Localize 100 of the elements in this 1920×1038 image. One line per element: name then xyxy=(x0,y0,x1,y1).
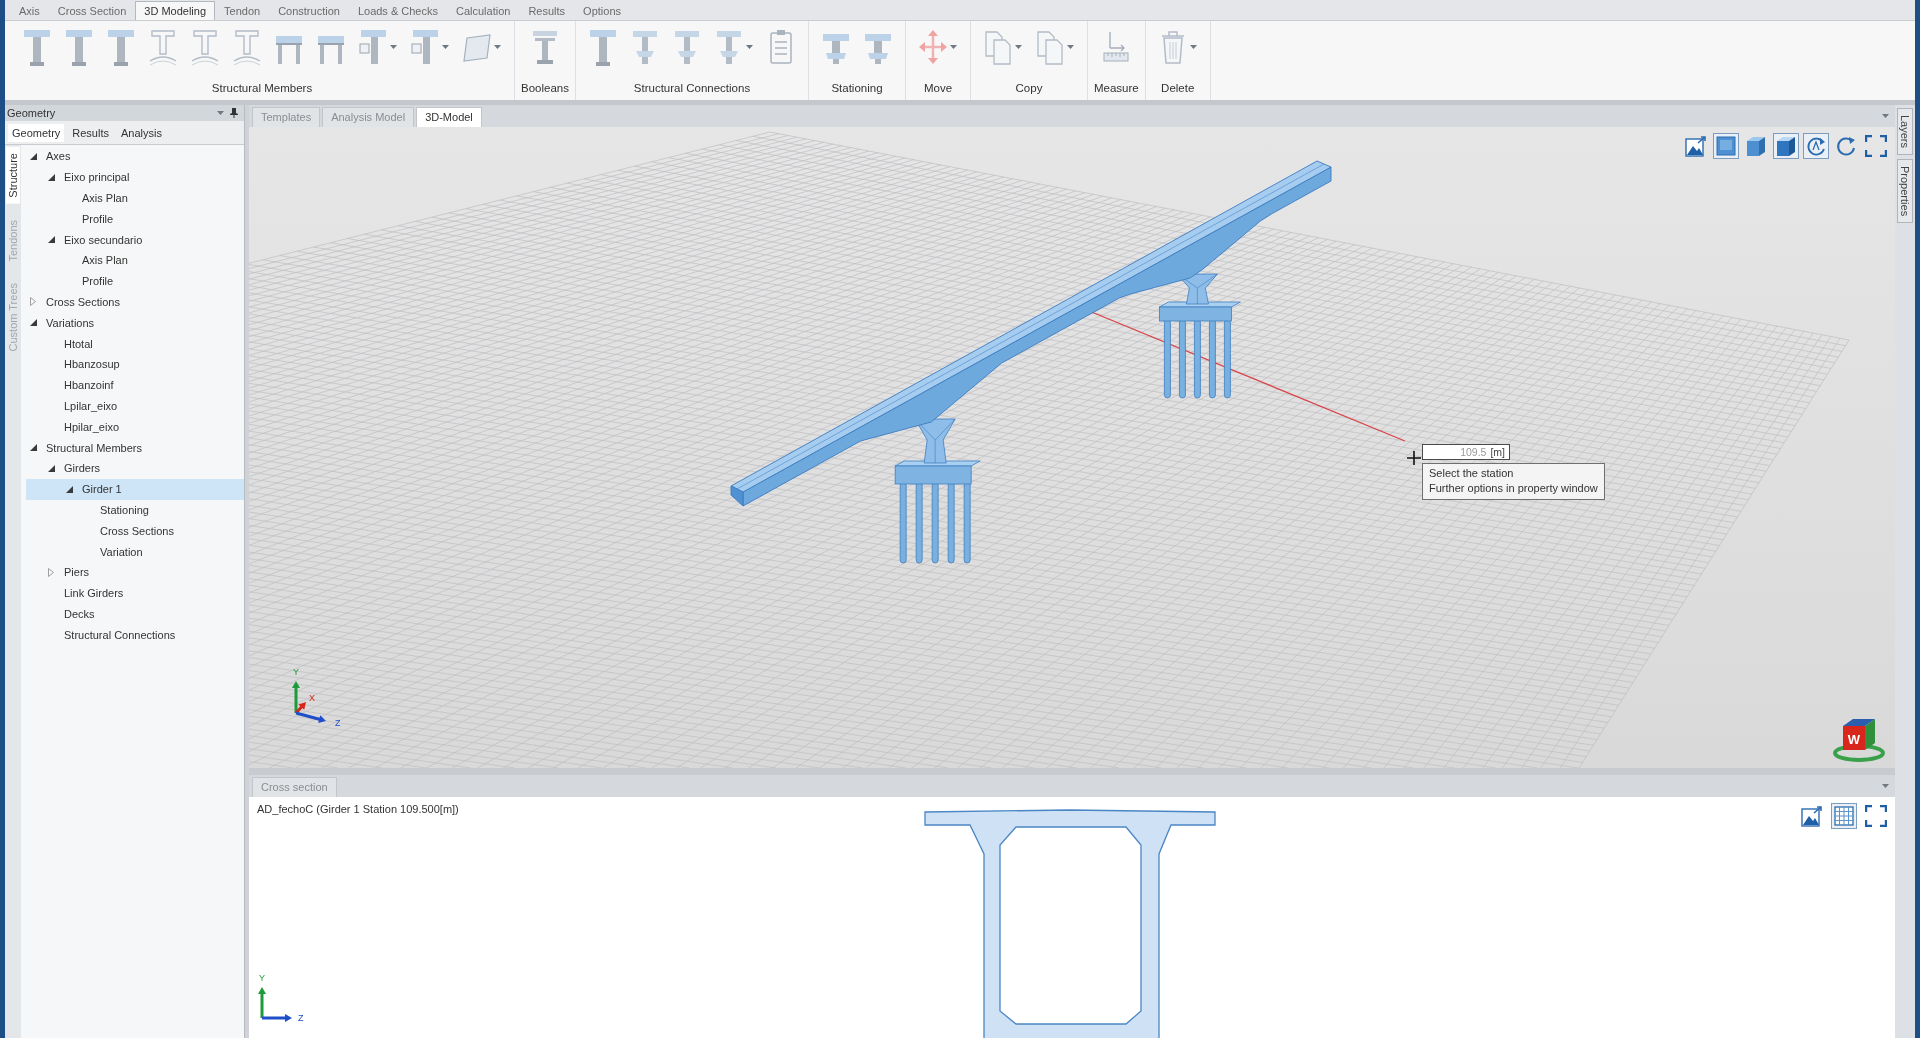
axis-label: Z xyxy=(298,1013,304,1023)
side-tab[interactable]: Properties xyxy=(1897,159,1913,224)
grid-icon[interactable] xyxy=(1831,803,1857,829)
curved-beam-icon[interactable] xyxy=(149,28,177,66)
tree-item[interactable]: Variations xyxy=(27,312,99,334)
side-tab[interactable]: Structure xyxy=(6,147,20,204)
collapsed-arrow-icon[interactable] xyxy=(48,567,54,577)
expanded-arrow-icon[interactable] xyxy=(65,485,73,493)
tree-item[interactable]: Girder 1 xyxy=(26,478,244,500)
tree-item[interactable]: Structural Members xyxy=(27,437,146,458)
curved-beam-icon[interactable] xyxy=(233,28,261,66)
caret-icon[interactable] xyxy=(494,45,501,49)
menu-tab[interactable]: Options xyxy=(574,1,631,20)
tree-item[interactable]: Structural Connections xyxy=(64,624,180,646)
tree-item[interactable]: Stationing xyxy=(100,499,153,521)
stacked-beam-icon[interactable] xyxy=(531,28,559,66)
document-tab[interactable]: 3D-Model xyxy=(416,107,482,127)
group-label: Structural Members xyxy=(211,81,313,96)
collapsed-arrow-icon[interactable] xyxy=(30,297,36,307)
tree-item[interactable]: Profile xyxy=(82,208,118,230)
tree-item[interactable]: Profile xyxy=(82,270,118,292)
t-beam-icon[interactable] xyxy=(107,28,135,66)
pin-icon[interactable] xyxy=(230,108,238,118)
group-label: Measure xyxy=(1093,81,1139,96)
group-label: Booleans xyxy=(521,81,569,96)
beam-box-icon[interactable] xyxy=(359,28,387,66)
tooltip-line: Further options in property window xyxy=(1429,481,1598,496)
group-label: Delete xyxy=(1161,81,1195,96)
tree-item[interactable]: Axis Plan xyxy=(82,187,132,209)
t-beam-icon[interactable] xyxy=(23,28,51,66)
caret-icon[interactable] xyxy=(442,45,449,49)
tree-item[interactable]: Lpilar_eixo xyxy=(64,395,122,417)
expanded-arrow-icon[interactable] xyxy=(47,236,55,244)
menu-tab[interactable]: 3D Modeling xyxy=(135,1,216,20)
tree-item[interactable]: Variation xyxy=(100,541,147,562)
caret-icon[interactable] xyxy=(1066,45,1074,49)
image-export-icon[interactable] xyxy=(1799,803,1825,829)
caret-icon[interactable] xyxy=(1014,45,1022,49)
tree-item[interactable]: Axis Plan xyxy=(82,250,132,271)
tree-item[interactable]: Decks xyxy=(64,603,99,625)
menu-tab[interactable]: Construction xyxy=(269,1,349,20)
expanded-arrow-icon[interactable] xyxy=(29,319,37,327)
axis-label: Y xyxy=(259,973,265,983)
caret-icon[interactable] xyxy=(390,45,397,49)
menu-tab[interactable]: Tendon xyxy=(215,1,270,20)
joint-icon[interactable] xyxy=(630,28,659,66)
panel-tab[interactable]: Geometry xyxy=(8,123,65,142)
caret-icon[interactable] xyxy=(949,45,957,49)
expanded-arrow-icon[interactable] xyxy=(47,464,55,472)
fullscreen-icon[interactable] xyxy=(1863,133,1889,159)
tree-item[interactable]: Girders xyxy=(45,457,105,479)
menu-tab[interactable]: Axis xyxy=(10,1,49,20)
caret-icon[interactable] xyxy=(1189,45,1197,49)
axis-label: Z xyxy=(335,718,341,728)
t-beam-icon[interactable] xyxy=(65,28,93,66)
curved-beam-icon[interactable] xyxy=(191,28,219,66)
panel-tab[interactable]: Results xyxy=(68,123,113,142)
view-cube[interactable]: W xyxy=(1833,708,1885,762)
rotate-icon[interactable] xyxy=(1803,133,1829,159)
tree-item[interactable]: Htotal xyxy=(64,333,97,354)
section-title: AD_fechoC (Girder 1 Station 109.500[m]) xyxy=(257,803,459,815)
tree-item[interactable]: Link Girders xyxy=(64,582,128,604)
expanded-arrow-icon[interactable] xyxy=(47,173,55,181)
group-label: Structural Connections xyxy=(633,81,751,96)
caret-icon[interactable] xyxy=(745,45,753,49)
station-input[interactable]: 109.5 [m] xyxy=(1422,444,1510,460)
tree-item[interactable]: Piers xyxy=(45,561,94,583)
tree-item[interactable]: Cross Sections xyxy=(100,520,178,542)
square-view-icon[interactable] xyxy=(1713,133,1739,159)
joint-icon[interactable] xyxy=(672,28,701,66)
crosshair-icon xyxy=(1407,451,1421,465)
tree-item[interactable]: Eixo principal xyxy=(45,166,134,188)
caret-icon[interactable] xyxy=(1882,784,1889,788)
image-export-icon[interactable] xyxy=(1683,133,1709,159)
menu-tab[interactable]: Calculation xyxy=(447,1,520,20)
joint-icon[interactable] xyxy=(714,28,743,66)
cube-icon[interactable] xyxy=(1773,133,1799,159)
expanded-arrow-icon[interactable] xyxy=(29,444,37,452)
axis-label: Y xyxy=(293,667,299,677)
caret-icon[interactable] xyxy=(217,111,224,115)
beam-box-icon[interactable] xyxy=(411,28,439,66)
move-arrows-icon[interactable] xyxy=(918,28,947,66)
t-beam-icon[interactable] xyxy=(588,28,617,66)
axis-label: X xyxy=(309,693,315,703)
tree-item[interactable]: Axes xyxy=(27,146,75,167)
side-tab[interactable]: Layers xyxy=(1897,108,1913,156)
fullscreen-icon[interactable] xyxy=(1863,803,1889,829)
expanded-arrow-icon[interactable] xyxy=(29,152,37,160)
caret-icon[interactable] xyxy=(1882,114,1889,118)
tree-item[interactable]: Cross Sections xyxy=(27,291,124,313)
group-label: Move xyxy=(923,81,953,96)
panel-tab[interactable]: Analysis xyxy=(117,123,166,142)
menu-tab[interactable]: Loads & Checks xyxy=(348,1,447,20)
tree-item[interactable]: Hbanzoinf xyxy=(64,374,118,396)
menu-tab[interactable]: Cross Section xyxy=(48,1,136,20)
group-label: Stationing xyxy=(831,81,883,96)
menu-tab[interactable]: Results xyxy=(519,1,575,20)
tree-item[interactable]: Hbanzosup xyxy=(64,353,124,375)
tree-item[interactable]: Eixo secundario xyxy=(45,229,147,250)
tree-item[interactable]: Hpilar_eixo xyxy=(64,416,124,438)
